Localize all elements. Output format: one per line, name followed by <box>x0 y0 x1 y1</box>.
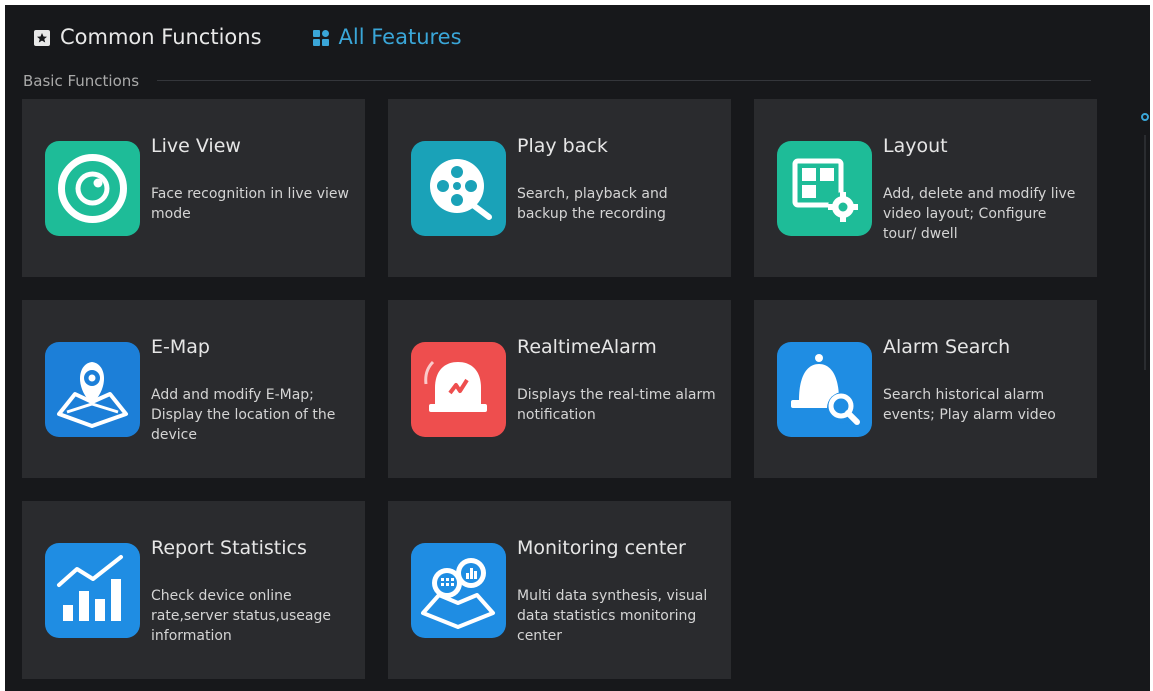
alarm-search-icon <box>777 342 872 437</box>
card-description: Search historical alarm events; Play ala… <box>883 387 1056 423</box>
card-report-statistics[interactable]: Report Statistics Check device online ra… <box>22 501 365 679</box>
card-title: Monitoring center <box>517 537 686 559</box>
live-view-icon <box>45 141 140 236</box>
tab-all-features[interactable]: All Features <box>312 25 462 49</box>
monitoring-center-icon <box>411 543 506 638</box>
card-title: E-Map <box>151 336 210 358</box>
card-description: Multi data synthesis, visual data statis… <box>517 588 708 644</box>
card-description: Add, delete and modify live video layout… <box>883 186 1076 242</box>
app-window: Common Functions All Features Basic Func… <box>5 5 1150 691</box>
card-alarm-search[interactable]: Alarm Search Search historical alarm eve… <box>754 300 1097 478</box>
alarm-bell-icon <box>411 342 506 437</box>
card-title: Alarm Search <box>883 336 1011 358</box>
scroll-indicator[interactable] <box>1141 113 1149 121</box>
tab-all-label: All Features <box>338 25 462 49</box>
card-description: Check device online rate,server status,u… <box>151 588 331 644</box>
card-emap[interactable]: E-Map Add and modify E-Map; Display the … <box>22 300 365 478</box>
grid-icon <box>312 28 330 46</box>
card-title: Layout <box>883 135 948 157</box>
star-box-icon <box>33 28 51 46</box>
emap-icon <box>45 342 140 437</box>
tab-bar: Common Functions All Features <box>33 23 512 51</box>
card-description: Displays the real-time alarm notificatio… <box>517 387 716 423</box>
card-title: Live View <box>151 135 241 157</box>
report-chart-icon <box>45 543 140 638</box>
tab-common-label: Common Functions <box>60 25 262 49</box>
layout-gear-icon <box>777 141 872 236</box>
section-divider <box>157 80 1091 81</box>
card-monitoring-center[interactable]: Monitoring center Multi data synthesis, … <box>388 501 731 679</box>
card-live-view[interactable]: Live View Face recognition in live view … <box>22 99 365 277</box>
card-description: Add and modify E-Map; Display the locati… <box>151 387 336 443</box>
card-description: Search, playback and backup the recordin… <box>517 186 668 222</box>
tab-common-functions[interactable]: Common Functions <box>33 25 262 49</box>
scrollbar-track[interactable] <box>1144 135 1146 370</box>
card-title: Play back <box>517 135 608 157</box>
card-title: RealtimeAlarm <box>517 336 657 358</box>
card-playback[interactable]: Play back Search, playback and backup th… <box>388 99 731 277</box>
section-title: Basic Functions <box>23 72 140 90</box>
playback-film-icon <box>411 141 506 236</box>
card-realtime-alarm[interactable]: RealtimeAlarm Displays the real-time ala… <box>388 300 731 478</box>
card-description: Face recognition in live view mode <box>151 186 349 222</box>
card-layout[interactable]: Layout Add, delete and modify live video… <box>754 99 1097 277</box>
card-title: Report Statistics <box>151 537 307 559</box>
